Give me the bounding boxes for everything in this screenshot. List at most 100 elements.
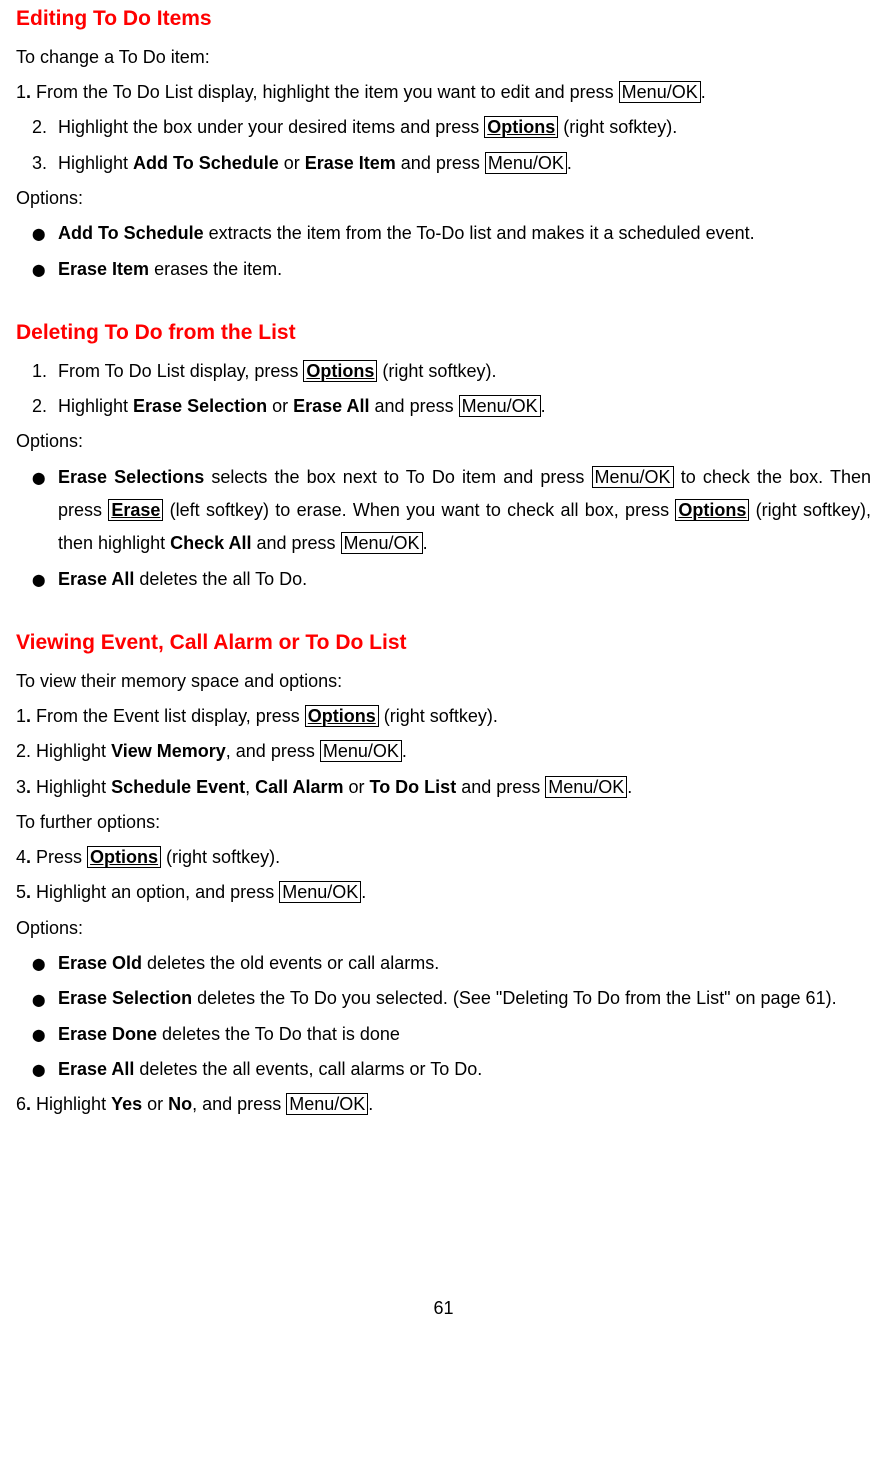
bullet-erase-item: ⬤Erase Item erases the item.: [16, 253, 871, 286]
options-label: Options:: [16, 425, 871, 458]
section-heading-deleting: Deleting To Do from the List: [16, 314, 871, 353]
bullet-text-c: (left softkey) to erase. When you want t…: [163, 500, 675, 520]
step-text-b: (right softkey).: [379, 706, 498, 726]
bold-erase-item: Erase Item: [305, 153, 396, 173]
bullet-bold: Erase Selections: [58, 467, 204, 487]
step-text: Highlight the box under your desired ite…: [58, 117, 484, 137]
bullet-erase-selections: ⬤Erase Selections selects the box next t…: [16, 461, 871, 561]
step-text-c: and press: [396, 153, 485, 173]
key-menu-ok: Menu/OK: [341, 532, 423, 554]
step-num: 1: [16, 706, 26, 726]
step-end: .: [541, 396, 546, 416]
bullet-text: deletes the old events or call alarms.: [142, 953, 439, 973]
bold-no: No: [168, 1094, 192, 1114]
bullet-erase-all: ⬤Erase All deletes the all events, call …: [16, 1053, 871, 1086]
key-options: Options: [305, 705, 379, 727]
step-5: 5. Highlight an option, and press Menu/O…: [16, 876, 871, 909]
step-num: 2.: [32, 390, 58, 423]
step-3: 3.Highlight Add To Schedule or Erase Ite…: [16, 147, 871, 180]
key-options: Options: [484, 116, 558, 138]
bullet-text-a: selects the box next to To Do item and p…: [204, 467, 591, 487]
step-num: 6: [16, 1094, 26, 1114]
key-menu-ok: Menu/OK: [459, 395, 541, 417]
key-options: Options: [87, 846, 161, 868]
step-num: 4: [16, 847, 26, 867]
key-menu-ok: Menu/OK: [592, 466, 674, 488]
or-text: or: [142, 1094, 168, 1114]
bullet-erase-selection: ⬤Erase Selection deletes the To Do you s…: [16, 982, 871, 1015]
bullet-icon: ⬤: [32, 989, 58, 1011]
key-menu-ok: Menu/OK: [320, 740, 402, 762]
step-text-a: , and press: [226, 741, 320, 761]
bold-call-alarm: Call Alarm: [255, 777, 343, 797]
bold-add-to-schedule: Add To Schedule: [133, 153, 279, 173]
step-text: From the Event list display, press: [31, 706, 305, 726]
bullet-icon: ⬤: [32, 953, 58, 975]
step-num: 3: [16, 777, 26, 797]
step-text: Highlight: [58, 396, 133, 416]
bullet-add-to-schedule: ⬤Add To Schedule extracts the item from …: [16, 217, 871, 250]
step-end: .: [701, 82, 706, 102]
bullet-bold: Erase Old: [58, 953, 142, 973]
bold-erase-all: Erase All: [293, 396, 369, 416]
bullet-erase-old: ⬤Erase Old deletes the old events or cal…: [16, 947, 871, 980]
or-text: or: [267, 396, 293, 416]
bullet-text: deletes the To Do you selected. (See "De…: [192, 988, 837, 1008]
bullet-icon: ⬤: [32, 1024, 58, 1046]
key-menu-ok: Menu/OK: [485, 152, 567, 174]
bold-yes: Yes: [111, 1094, 142, 1114]
step-text-d: and press: [456, 777, 545, 797]
bullet-text: erases the item.: [149, 259, 282, 279]
bullet-text: deletes the To Do that is done: [157, 1024, 400, 1044]
step-text-b: (right softkey).: [161, 847, 280, 867]
key-menu-ok: Menu/OK: [545, 776, 627, 798]
step-6: 6. Highlight Yes or No, and press Menu/O…: [16, 1088, 871, 1121]
bold-erase-selection: Erase Selection: [133, 396, 267, 416]
bullet-text: deletes the all To Do.: [134, 569, 307, 589]
step-1: 1. From the To Do List display, highligh…: [16, 76, 871, 109]
options-label: Options:: [16, 182, 871, 215]
bullet-icon: ⬤: [32, 223, 58, 245]
step-1: 1. From the Event list display, press Op…: [16, 700, 871, 733]
bullet-erase-done: ⬤Erase Done deletes the To Do that is do…: [16, 1018, 871, 1051]
step-text-c: and press: [370, 396, 459, 416]
bullet-bold: Erase Done: [58, 1024, 157, 1044]
step-text-a: Highlight: [31, 1094, 111, 1114]
step-text-c: , and press: [192, 1094, 286, 1114]
bullet-bold: Erase Selection: [58, 988, 192, 1008]
step-text-a: Press: [31, 847, 87, 867]
step-2: 2.Highlight Erase Selection or Erase All…: [16, 390, 871, 423]
options-label: Options:: [16, 912, 871, 945]
further-options-label: To further options:: [16, 806, 871, 839]
bullet-icon: ⬤: [32, 259, 58, 281]
step-end: .: [368, 1094, 373, 1114]
bold-view-memory: View Memory: [111, 741, 226, 761]
bullet-end: .: [423, 533, 428, 553]
key-erase: Erase: [108, 499, 163, 521]
step-end: .: [627, 777, 632, 797]
or-text: or: [279, 153, 305, 173]
step-pre: 2. Highlight: [16, 741, 111, 761]
step-num: 1: [16, 82, 26, 102]
bullet-text-e: and press: [251, 533, 340, 553]
key-options: Options: [303, 360, 377, 382]
page-number: 61: [16, 1292, 871, 1325]
section-heading-editing: Editing To Do Items: [16, 0, 871, 39]
step-text: From the To Do List display, highlight t…: [31, 82, 619, 102]
bullet-text: deletes the all events, call alarms or T…: [134, 1059, 482, 1079]
section-heading-viewing: Viewing Event, Call Alarm or To Do List: [16, 624, 871, 663]
bullet-erase-all: ⬤Erase All deletes the all To Do.: [16, 563, 871, 596]
step-text-b: (right softkey).: [377, 361, 496, 381]
comma: ,: [245, 777, 255, 797]
intro-text: To change a To Do item:: [16, 41, 871, 74]
bullet-icon: ⬤: [32, 569, 58, 591]
key-options: Options: [675, 499, 749, 521]
step-text: Highlight: [58, 153, 133, 173]
step-2: 2.Highlight the box under your desired i…: [16, 111, 871, 144]
step-text: From To Do List display, press: [58, 361, 303, 381]
bullet-icon: ⬤: [32, 1059, 58, 1081]
key-menu-ok: Menu/OK: [286, 1093, 368, 1115]
bullet-bold: Erase All: [58, 569, 134, 589]
bullet-bold: Erase Item: [58, 259, 149, 279]
key-menu-ok: Menu/OK: [619, 81, 701, 103]
